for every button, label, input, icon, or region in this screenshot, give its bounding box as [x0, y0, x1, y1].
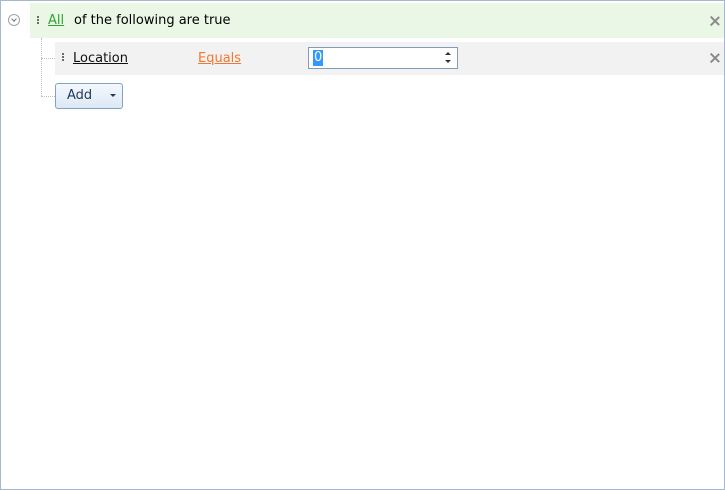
value-text[interactable]: 0 [313, 50, 324, 66]
value-spin-input[interactable]: 0 [308, 47, 458, 69]
spin-up-icon[interactable] [440, 49, 455, 58]
tree-connector [41, 58, 55, 60]
group-description: of the following are true [74, 13, 231, 28]
add-button-label: Add [67, 88, 93, 103]
spin-down-icon[interactable] [440, 58, 455, 67]
filter-editor: All of the following are true Location E… [0, 0, 725, 490]
condition-operator-link[interactable]: Equals [198, 50, 241, 68]
drag-grip-icon[interactable] [62, 53, 64, 62]
add-button[interactable]: Add [55, 83, 123, 109]
group-operator-link[interactable]: All [48, 12, 64, 30]
caret-down-icon [110, 94, 116, 97]
remove-group-icon[interactable] [710, 16, 720, 26]
condition-field-link[interactable]: Location [73, 50, 128, 68]
drag-grip-icon[interactable] [37, 16, 39, 25]
tree-connector [41, 38, 43, 96]
collapse-icon[interactable] [8, 14, 20, 26]
tree-connector [41, 96, 55, 98]
remove-condition-icon[interactable] [710, 53, 720, 63]
